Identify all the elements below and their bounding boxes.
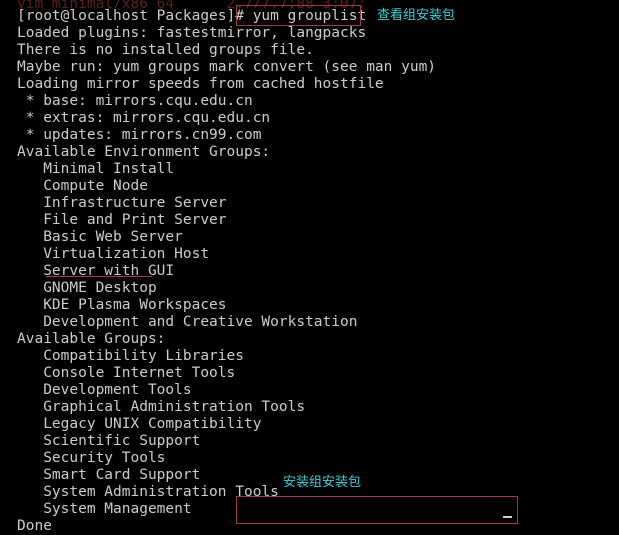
- terminal-line: Security Tools: [17, 450, 166, 466]
- terminal-line-partial-top: vim minimal/x86_64 2.7/7.7:88 3:07:: [17, 0, 367, 8]
- terminal-line: Infrastructure Server: [17, 195, 227, 211]
- terminal-window: vim minimal/x86_64 2.7/7.7:88 3:07: [roo…: [0, 0, 619, 535]
- terminal-line: * base: mirrors.cqu.edu.cn: [17, 93, 253, 109]
- terminal-line: Compute Node: [17, 178, 148, 194]
- terminal-line: Compatibility Libraries: [17, 348, 244, 364]
- terminal-output[interactable]: vim minimal/x86_64 2.7/7.7:88 3:07: [roo…: [0, 0, 619, 535]
- terminal-line: * updates: mirrors.cn99.com: [17, 127, 262, 143]
- terminal-line: KDE Plasma Workspaces: [17, 297, 227, 313]
- terminal-line: Graphical Administration Tools: [17, 399, 306, 415]
- terminal-line: Server with GUI: [17, 263, 175, 279]
- terminal-line: Available Environment Groups:: [17, 144, 271, 160]
- gnome-desktop-underline: [46, 276, 152, 277]
- terminal-line: Available Groups:: [17, 331, 166, 347]
- terminal-line: Loaded plugins: fastestmirror, langpacks: [17, 25, 367, 41]
- terminal-line: Minimal Install: [17, 161, 175, 177]
- terminal-line: Basic Web Server: [17, 229, 183, 245]
- terminal-line: Done: [17, 518, 52, 534]
- terminal-line: File and Print Server: [17, 212, 227, 228]
- terminal-line: System Management: [17, 501, 192, 517]
- terminal-cursor: [503, 516, 512, 518]
- terminal-line: Scientific Support: [17, 433, 201, 449]
- terminal-line: Console Internet Tools: [17, 365, 236, 381]
- terminal-line: [root@localhost Packages]# yum grouplist: [17, 8, 367, 24]
- terminal-line: Virtualization Host: [17, 246, 210, 262]
- annotation-label-grouplist: 查看组安装包: [377, 8, 456, 23]
- terminal-line: There is no installed groups file.: [17, 42, 314, 58]
- terminal-line: Maybe run: yum groups mark convert (see …: [17, 59, 437, 75]
- terminal-line: Development Tools: [17, 382, 192, 398]
- terminal-line: Legacy UNIX Compatibility: [17, 416, 262, 432]
- terminal-line: Development and Creative Workstation: [17, 314, 358, 330]
- terminal-line-gnome-desktop: GNOME Desktop: [17, 280, 157, 296]
- terminal-line: Loading mirror speeds from cached hostfi…: [17, 76, 384, 92]
- terminal-line: * extras: mirrors.cqu.edu.cn: [17, 110, 271, 126]
- annotation-label-groupinstall: 安装组安装包: [283, 475, 362, 490]
